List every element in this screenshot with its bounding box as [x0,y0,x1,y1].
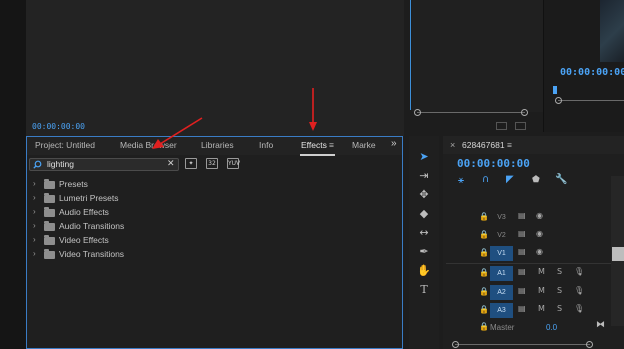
eye-icon[interactable]: ◉ [536,229,543,238]
lock-icon[interactable]: 🔒 [479,212,489,221]
master-lock-icon[interactable]: 🔒 [479,322,489,331]
sync-lock-icon[interactable]: ▤ [518,229,526,238]
sync-lock-icon[interactable]: ▤ [518,286,526,295]
track-name[interactable]: A3 [490,303,513,318]
timeline-timecode[interactable]: 00:00:00:00 [457,157,530,170]
timeline-scroll-track[interactable] [455,344,590,345]
pen-tool-icon[interactable]: ✒ [416,245,432,259]
annotation-arrowhead-search [152,139,164,149]
solo-button[interactable]: S [557,304,562,313]
hand-tool-icon[interactable]: ✋ [416,264,432,278]
solo-button[interactable]: S [557,286,562,295]
add-marker-icon[interactable]: ⬟ [532,175,540,185]
track-a1[interactable]: 🔒 A1 ▤ M S 🎙 [446,265,611,282]
razor-tool-icon[interactable]: ◆ [416,207,432,221]
track-v3[interactable]: 🔒 V3 ▤ ◉ [446,209,611,226]
annotation-arrow-search [159,117,203,145]
lock-icon[interactable]: 🔒 [479,287,489,296]
type-tool-icon[interactable]: T [416,283,432,297]
timeline-settings-icon[interactable]: 🔧 [555,174,567,185]
video-audio-divider [446,263,611,264]
timeline-menu-icon[interactable]: ≡ [507,140,512,150]
slip-tool-icon[interactable]: ↔ [416,226,432,240]
mute-button[interactable]: M [538,304,545,313]
sync-lock-icon[interactable]: ▤ [518,267,526,276]
linked-selection-icon[interactable]: ◤ [506,174,514,185]
clip-marker [612,247,624,261]
lock-icon[interactable]: 🔒 [479,230,489,239]
track-name[interactable]: V3 [490,210,513,225]
lock-icon[interactable]: 🔒 [479,248,489,257]
master-track-label: Master [490,323,515,332]
microphone-icon[interactable]: 🎙 [574,286,584,295]
microphone-icon[interactable]: 🎙 [574,304,584,313]
solo-button[interactable]: S [557,267,562,276]
master-volume-value[interactable]: 0.0 [546,323,557,332]
ripple-edit-tool-icon[interactable]: ✥ [416,188,432,202]
track-a2[interactable]: 🔒 A2 ▤ M S 🎙 [446,284,611,301]
sequence-tab[interactable]: 628467681 [462,140,505,150]
sync-lock-icon[interactable]: ▤ [518,247,526,256]
timeline-scroll-handle-right[interactable] [586,341,593,348]
eye-icon[interactable]: ◉ [536,211,543,220]
track-v2[interactable]: 🔒 V2 ▤ ◉ [446,227,611,244]
master-end-icon[interactable]: ⧓ [596,320,605,330]
lock-icon[interactable]: 🔒 [479,268,489,277]
mute-button[interactable]: M [538,267,545,276]
timeline-scroll-handle-left[interactable] [452,341,459,348]
microphone-icon[interactable]: 🎙 [574,267,584,276]
snap-icon[interactable]: ∩ [482,174,489,185]
nest-toggle-icon[interactable]: ⚹ [458,175,464,186]
track-a3[interactable]: 🔒 A3 ▤ M S 🎙 [446,302,611,319]
timeline-close-icon[interactable]: × [450,140,455,150]
track-name[interactable]: V1 [490,246,513,261]
track-name[interactable]: V2 [490,228,513,243]
track-name[interactable]: A1 [490,266,513,281]
eye-icon[interactable]: ◉ [536,247,543,256]
track-select-tool-icon[interactable]: ⇥ [416,169,432,183]
track-name[interactable]: A2 [490,285,513,300]
mute-button[interactable]: M [538,286,545,295]
tools-panel [409,136,439,349]
sync-lock-icon[interactable]: ▤ [518,211,526,220]
annotation-arrowhead-effects [309,122,317,131]
sync-lock-icon[interactable]: ▤ [518,304,526,313]
track-v1[interactable]: 🔒 V1 ▤ ◉ [446,245,611,262]
selection-tool-icon[interactable]: ➤ [416,150,432,164]
lock-icon[interactable]: 🔒 [479,305,489,314]
